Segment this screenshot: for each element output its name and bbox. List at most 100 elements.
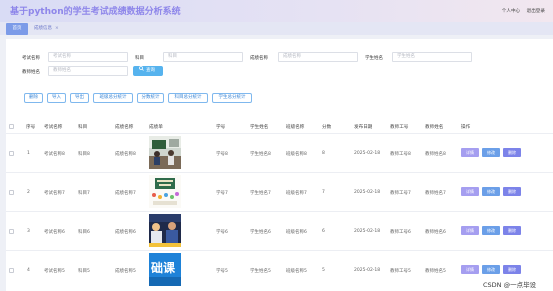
cell-student-name: 学生姓名5	[250, 269, 271, 274]
cell-publish-date: 2025-02-18	[354, 268, 381, 273]
score-stats-button[interactable]: 分数统计	[137, 93, 164, 103]
student-name-input[interactable]: 学生姓名	[392, 52, 472, 62]
tab-home-label: 首页	[12, 26, 22, 31]
cell-subject: 科目6	[78, 230, 90, 235]
cell-publish-date: 2025-02-18	[354, 229, 381, 234]
tab-bar: 首页 成绩信息 ×	[0, 22, 553, 35]
grade-name-input[interactable]: 成绩名称	[278, 52, 358, 62]
col-class-name: 班级名称	[286, 125, 305, 130]
col-publish-date: 发布日期	[354, 125, 373, 130]
cell-class-name: 班级名称7	[286, 191, 307, 196]
col-score-sheet: 成绩单	[149, 125, 163, 130]
delete-batch-button[interactable]: 删除	[24, 93, 43, 103]
exam-name-input[interactable]: 考试名称	[48, 52, 128, 62]
cell-student-no: 学号7	[216, 191, 228, 196]
cell-index: 3	[27, 229, 30, 234]
search-button-label: 查询	[146, 68, 155, 73]
cell-subject: 科目7	[78, 191, 90, 196]
top-header: 基于python的学生考试成绩数据分析系统 个人中心 退出登录	[0, 0, 553, 22]
cell-score: 7	[322, 190, 325, 195]
logout-link[interactable]: 退出登录	[527, 9, 545, 14]
delete-button[interactable]: 删除	[503, 148, 521, 157]
edit-button[interactable]: 修改	[482, 265, 500, 274]
cell-student-name: 学生姓名8	[250, 152, 271, 157]
table-row: 4 考试名称5 科目5 成绩名称5 础课 学号5 学生姓名5 班级名称5 5 2…	[6, 251, 553, 291]
col-student-name: 学生姓名	[250, 125, 269, 130]
export-button[interactable]: 导出	[70, 93, 89, 103]
col-index: 序号	[26, 125, 36, 130]
detail-button[interactable]: 详情	[461, 226, 479, 235]
cell-score: 8	[322, 151, 325, 156]
row-checkbox[interactable]	[9, 268, 14, 273]
col-teacher-name: 教师姓名	[425, 125, 444, 130]
subject-total-stats-button[interactable]: 科目总分统计	[168, 93, 208, 103]
cell-exam-name: 考试名称7	[44, 191, 65, 196]
cell-publish-date: 2025-02-18	[354, 151, 381, 156]
score-sheet-image[interactable]: 础课	[149, 253, 181, 286]
col-score: 分数	[322, 125, 332, 130]
cell-publish-date: 2025-02-18	[354, 190, 381, 195]
cell-teacher-no: 教师工号6	[390, 230, 411, 235]
score-sheet-image[interactable]	[149, 175, 181, 208]
user-center-link[interactable]: 个人中心	[502, 9, 520, 14]
detail-button[interactable]: 详情	[461, 187, 479, 196]
col-grade-name: 成绩名称	[115, 125, 134, 130]
teacher-name-input[interactable]: 教师姓名	[48, 66, 128, 76]
cell-teacher-no: 教师工号5	[390, 269, 411, 274]
cell-exam-name: 考试名称8	[44, 152, 65, 157]
table-row: 3 考试名称6 科目6 成绩名称6 学号6 学生姓名6 班级名称6 6 2025…	[6, 212, 553, 251]
class-total-stats-button[interactable]: 班级总分统计	[93, 93, 133, 103]
cell-class-name: 班级名称5	[286, 269, 307, 274]
edit-button[interactable]: 修改	[482, 148, 500, 157]
tab-grade-info[interactable]: 成绩信息 ×	[30, 23, 63, 35]
tab-grade-info-label: 成绩信息	[34, 26, 52, 31]
csdn-watermark: CSDN @一点毕设	[483, 281, 537, 289]
search-button[interactable]: 查询	[133, 66, 163, 76]
student-name-label: 学生姓名	[365, 56, 383, 61]
col-teacher-no: 教师工号	[390, 125, 409, 130]
cell-grade-name: 成绩名称5	[115, 269, 136, 274]
cell-grade-name: 成绩名称6	[115, 230, 136, 235]
score-sheet-image[interactable]	[149, 214, 181, 247]
cell-teacher-name: 教师姓名6	[425, 230, 446, 235]
delete-button[interactable]: 删除	[503, 265, 521, 274]
cell-subject: 科目8	[78, 152, 90, 157]
cell-exam-name: 考试名称5	[44, 269, 65, 274]
delete-button[interactable]: 删除	[503, 187, 521, 196]
subject-input[interactable]: 科目	[163, 52, 243, 62]
table-row: 2 考试名称7 科目7 成绩名称7 学号7 学生姓名7 班级名称7 7 2025…	[6, 173, 553, 212]
student-total-stats-button[interactable]: 学生总分统计	[212, 93, 252, 103]
delete-button[interactable]: 删除	[503, 226, 521, 235]
row-checkbox[interactable]	[9, 229, 14, 234]
edit-button[interactable]: 修改	[482, 226, 500, 235]
score-sheet-image[interactable]	[149, 136, 181, 169]
edit-button[interactable]: 修改	[482, 187, 500, 196]
teacher-name-label: 教师姓名	[22, 70, 40, 75]
cell-subject: 科目5	[78, 269, 90, 274]
col-exam-name: 考试名称	[44, 125, 63, 130]
detail-button[interactable]: 详情	[461, 265, 479, 274]
tab-close-icon[interactable]: ×	[55, 26, 59, 31]
cover-caption: 础课	[151, 261, 176, 275]
table-row: 1 考试名称8 科目8 成绩名称8 学号8 学生姓名8 班级名称8 8 2025…	[6, 134, 553, 173]
cell-teacher-name: 教师姓名5	[425, 269, 446, 274]
row-checkbox[interactable]	[9, 190, 14, 195]
col-subject: 科目	[78, 125, 88, 130]
row-checkbox[interactable]	[9, 151, 14, 156]
detail-button[interactable]: 详情	[461, 148, 479, 157]
tab-home[interactable]: 首页	[6, 23, 28, 35]
cell-class-name: 班级名称6	[286, 230, 307, 235]
cell-student-name: 学生姓名6	[250, 230, 271, 235]
col-student-no: 学号	[216, 125, 226, 130]
cell-score: 6	[322, 229, 325, 234]
import-button[interactable]: 导入	[47, 93, 66, 103]
cell-student-no: 学号8	[216, 152, 228, 157]
select-all-checkbox[interactable]	[9, 124, 14, 129]
cell-student-name: 学生姓名7	[250, 191, 271, 196]
cell-grade-name: 成绩名称8	[115, 152, 136, 157]
cell-student-no: 学号5	[216, 269, 228, 274]
cell-teacher-no: 教师工号7	[390, 191, 411, 196]
col-actions: 操作	[461, 125, 471, 130]
search-icon	[139, 66, 144, 73]
cell-index: 4	[27, 268, 30, 273]
